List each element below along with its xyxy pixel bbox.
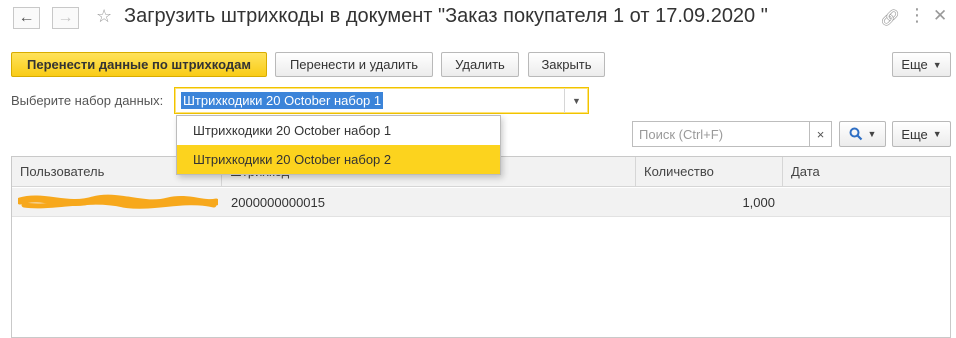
more-label: Еще: [901, 126, 928, 142]
barcode-table[interactable]: Пользователь Штрихкод Количество Дата 20…: [11, 156, 951, 338]
table-row[interactable]: 2000000000015 1,000: [12, 188, 950, 217]
dataset-dropdown-list: Штрихкодики 20 October набор 1 Штрихкоди…: [176, 115, 501, 175]
dataset-select-value[interactable]: Штрихкодики 20 October набор 1: [181, 92, 384, 109]
dataset-option[interactable]: Штрихкодики 20 October набор 1: [177, 116, 500, 145]
dataset-dropdown-button[interactable]: ▼: [564, 88, 588, 113]
link-icon[interactable]: 🔗︎: [880, 8, 900, 28]
barcode-cell: 2000000000015: [231, 195, 325, 210]
transfer-button[interactable]: Перенести данные по штрихкодам: [11, 52, 267, 77]
forward-button[interactable]: →: [52, 7, 79, 29]
arrow-left-icon: ←: [18, 9, 35, 26]
more-button-search[interactable]: Еще ▼: [892, 121, 951, 147]
more-label: Еще: [901, 57, 928, 72]
dataset-option-label: Штрихкодики 20 October набор 1: [193, 123, 392, 138]
more-dots-icon[interactable]: ⋮: [908, 5, 926, 26]
quantity-cell: 1,000: [742, 195, 775, 210]
search-clear-button[interactable]: ×: [809, 121, 832, 147]
search-placeholder: Поиск (Ctrl+F): [639, 127, 724, 142]
dataset-option-highlighted[interactable]: Штрихкодики 20 October набор 2: [177, 145, 500, 174]
chevron-down-icon: ▼: [932, 129, 942, 139]
dataset-select[interactable]: Штрихкодики 20 October набор 1 ▼: [174, 87, 589, 114]
close-label: Закрыть: [541, 57, 592, 72]
window-title: Загрузить штрихкоды в документ "Заказ по…: [124, 5, 768, 27]
favorite-star-icon[interactable]: ☆: [96, 6, 112, 27]
delete-label: Удалить: [455, 57, 505, 72]
delete-button[interactable]: Удалить: [441, 52, 519, 77]
redaction-scribble: [16, 194, 220, 209]
column-header-quantity[interactable]: Количество: [636, 157, 783, 187]
arrow-right-icon: →: [57, 9, 74, 26]
close-window-icon[interactable]: ✕: [933, 6, 947, 26]
transfer-button-label: Перенести данные по штрихкодам: [27, 57, 251, 72]
chevron-down-icon: ▼: [572, 95, 581, 106]
transfer-and-delete-label: Перенести и удалить: [289, 57, 419, 72]
magnifier-icon: [849, 127, 862, 141]
clear-icon: ×: [816, 126, 825, 142]
search-button[interactable]: ▼: [839, 121, 886, 147]
column-header-date[interactable]: Дата: [783, 157, 950, 187]
more-button-top[interactable]: Еще ▼: [892, 52, 951, 77]
search-input[interactable]: Поиск (Ctrl+F): [632, 121, 810, 147]
transfer-and-delete-button[interactable]: Перенести и удалить: [275, 52, 433, 77]
chevron-down-icon: ▼: [867, 129, 877, 139]
dataset-option-label: Штрихкодики 20 October набор 2: [193, 152, 392, 167]
close-button[interactable]: Закрыть: [528, 52, 605, 77]
user-cell-redacted: [16, 188, 220, 217]
back-button[interactable]: ←: [13, 7, 40, 29]
dataset-label: Выберите набор данных:: [11, 93, 164, 108]
chevron-down-icon: ▼: [932, 59, 942, 70]
